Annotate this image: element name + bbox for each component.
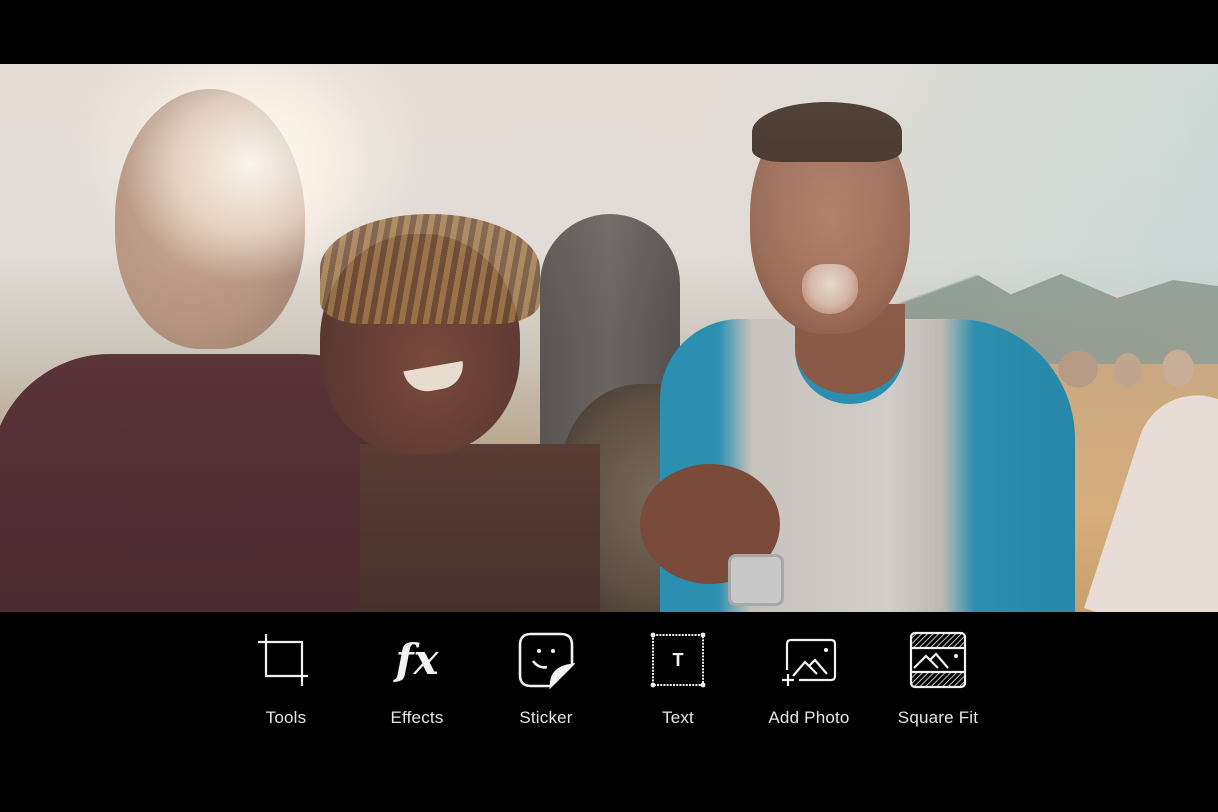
sticker-label: Sticker: [519, 708, 573, 727]
effects-button[interactable]: fx Effects: [385, 628, 449, 728]
square-fit-button[interactable]: Square Fit: [898, 628, 978, 728]
add-photo-button[interactable]: Add Photo: [768, 628, 849, 728]
photo-canvas[interactable]: [0, 64, 1218, 612]
square-fit-icon: [906, 628, 970, 692]
sticker-icon: [514, 628, 578, 692]
effects-label: Effects: [390, 708, 444, 727]
add-photo-icon: [777, 628, 841, 692]
sticker-button[interactable]: Sticker: [514, 628, 578, 728]
fx-icon: fx: [385, 628, 449, 692]
tools-label: Tools: [265, 708, 307, 727]
text-button[interactable]: T Text: [646, 628, 710, 728]
photo-haze: [0, 64, 1218, 612]
fx-glyph: fx: [395, 635, 439, 684]
editor-toolbar: Tools fx Effects Sticker T Text Add Phot…: [0, 612, 1218, 812]
top-black-bar: [0, 0, 1218, 64]
add-photo-label: Add Photo: [768, 708, 850, 727]
text-glyph: T: [673, 650, 684, 670]
crop-icon: [254, 628, 318, 692]
text-box-icon: T: [646, 628, 710, 692]
tools-button[interactable]: Tools: [254, 628, 318, 728]
text-label: Text: [662, 708, 694, 727]
square-fit-label: Square Fit: [897, 708, 979, 727]
